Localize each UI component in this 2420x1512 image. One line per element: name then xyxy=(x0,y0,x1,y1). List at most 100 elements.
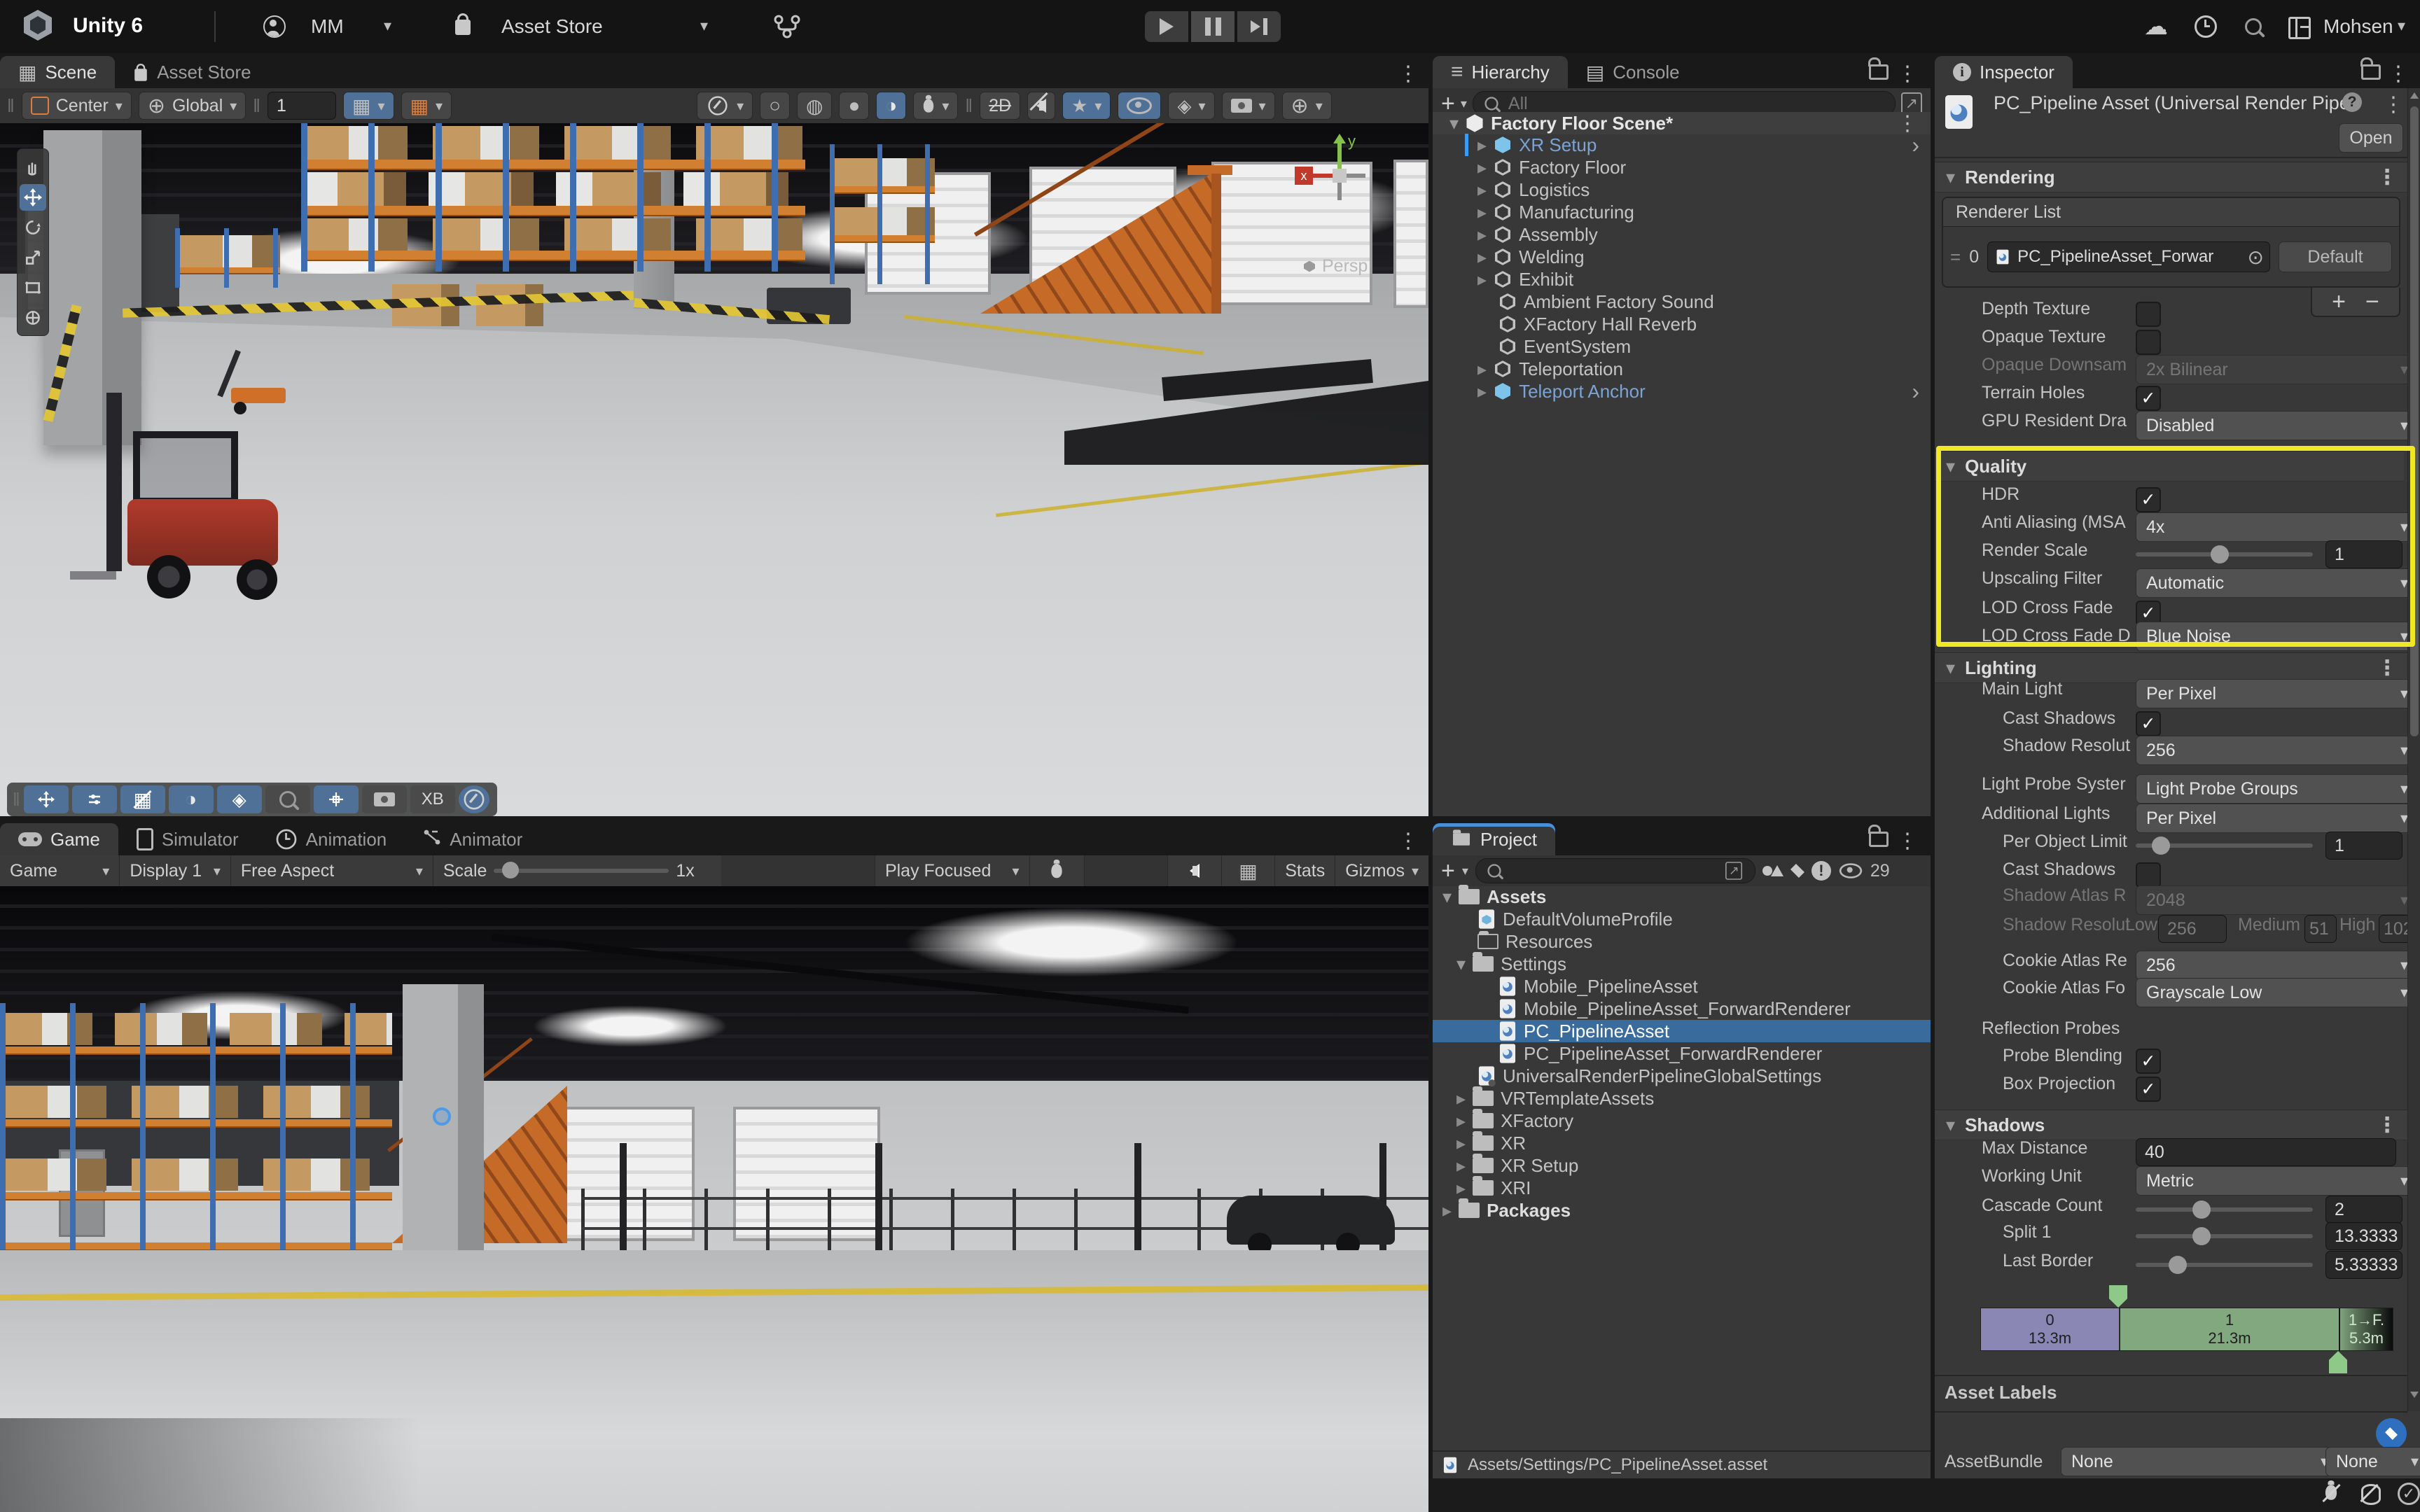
overlay-probes-button[interactable] xyxy=(217,785,262,813)
hierarchy-item[interactable]: Factory Floor xyxy=(1433,156,1931,178)
cascade-split-handle-top[interactable] xyxy=(2109,1285,2127,1308)
assetbundle-variant-dropdown[interactable]: None xyxy=(2325,1447,2420,1476)
hierarchy-item[interactable]: XFactory Hall Reverb xyxy=(1433,313,1931,335)
add-label-button[interactable] xyxy=(2376,1418,2407,1449)
user-menu[interactable]: Mohsen xyxy=(2323,15,2393,38)
open-button[interactable]: Open xyxy=(2339,123,2403,153)
per-object-limit-field[interactable]: 1 xyxy=(2325,832,2402,860)
main-light-dropdown[interactable]: Per Pixel xyxy=(2136,679,2417,708)
hierarchy-add-chevron[interactable] xyxy=(1461,97,1467,111)
probe-blending-checkbox[interactable] xyxy=(2136,1049,2161,1074)
foldout-closed-icon[interactable] xyxy=(1477,134,1487,156)
renderer-default-button[interactable]: Default xyxy=(2279,241,2392,272)
split1-field[interactable]: 13.3333 xyxy=(2325,1222,2402,1250)
foldout-open-icon[interactable] xyxy=(1449,113,1459,134)
scene-camera-settings-button[interactable] xyxy=(1222,92,1275,120)
overlay-xb-button[interactable]: XB xyxy=(410,785,455,813)
game-panel-menu-icon[interactable] xyxy=(1398,829,1419,853)
move-tool[interactable] xyxy=(20,184,46,211)
project-search-input[interactable] xyxy=(1510,860,1717,881)
rendering-section-header[interactable]: Rendering xyxy=(1935,162,2407,192)
cookie-atlas-res-dropdown[interactable]: 256 xyxy=(2136,951,2417,980)
asset-store-menu[interactable]: Asset Store xyxy=(501,15,603,38)
game-scale-slider[interactable]: Scale 1x xyxy=(433,855,721,886)
help-icon[interactable] xyxy=(2342,92,2362,112)
shadows-section-header[interactable]: Shadows xyxy=(1935,1110,2407,1140)
cascade-count-thumb[interactable] xyxy=(2192,1200,2211,1219)
shadow-resolution-dropdown[interactable]: 256 xyxy=(2136,736,2417,765)
project-item[interactable]: Resources xyxy=(1433,930,1931,953)
renderer-object-field[interactable]: PC_PipelineAsset_Forwar xyxy=(1987,241,2270,272)
hierarchy-item[interactable]: Teleportation xyxy=(1433,358,1931,380)
overlay-center-button[interactable] xyxy=(314,785,359,813)
assetbundle-dropdown[interactable]: None xyxy=(2061,1447,2337,1476)
overlay-drag-handle[interactable] xyxy=(13,789,20,811)
project-item[interactable]: UniversalRenderPipelineGlobalSettings xyxy=(1433,1065,1931,1087)
scene-panel-menu-icon[interactable] xyxy=(1398,62,1419,86)
history-icon[interactable] xyxy=(2195,15,2217,41)
asset-menu-icon[interactable] xyxy=(2383,92,2404,117)
shading-wireframe-button[interactable] xyxy=(760,92,790,120)
audio-mute-toggle[interactable] xyxy=(1027,92,1055,120)
render-scale-thumb[interactable] xyxy=(2211,545,2229,564)
tab-animator[interactable]: Animator xyxy=(405,823,541,855)
box-projection-checkbox[interactable] xyxy=(2136,1077,2161,1102)
hierarchy-item[interactable]: Ambient Factory Sound xyxy=(1433,290,1931,313)
hierarchy-search-input[interactable] xyxy=(1507,93,1885,115)
view-hand-tool[interactable] xyxy=(20,154,46,181)
last-border-thumb[interactable] xyxy=(2169,1256,2187,1274)
per-object-limit-thumb[interactable] xyxy=(2152,836,2170,855)
scene-orientation-gizmo[interactable] xyxy=(1299,134,1383,218)
layout-icon[interactable] xyxy=(2288,17,2311,43)
hierarchy-item[interactable]: Welding xyxy=(1433,246,1931,268)
gpu-resident-dropdown[interactable]: Disabled xyxy=(2136,411,2417,440)
layers-button[interactable] xyxy=(1168,92,1214,120)
step-button[interactable] xyxy=(1237,11,1281,42)
lod-cross-fade-dither-dropdown[interactable]: Blue Noise xyxy=(2136,622,2417,651)
game-audio-toggle[interactable] xyxy=(1167,855,1221,886)
asset-store-chevron-icon[interactable] xyxy=(700,17,708,35)
game-gizmos-dropdown[interactable]: Gizmos xyxy=(1335,855,1428,886)
overlay-camera-button[interactable] xyxy=(362,785,407,813)
cast-shadows-checkbox[interactable] xyxy=(2136,711,2161,736)
cloud-icon[interactable]: ☁ xyxy=(2144,13,2168,41)
game-debug-button[interactable] xyxy=(1030,855,1085,886)
transform-tool[interactable] xyxy=(20,304,46,331)
overlay-lighting-button[interactable] xyxy=(169,785,214,813)
play-focused-dropdown[interactable]: Play Focused xyxy=(875,855,1030,886)
prefab-open-chevron[interactable] xyxy=(1912,132,1919,158)
working-unit-dropdown[interactable]: Metric xyxy=(2136,1166,2417,1196)
grid-size-field[interactable]: 1 xyxy=(267,92,336,120)
camera-view-button[interactable] xyxy=(697,92,753,120)
project-add-chevron[interactable] xyxy=(1462,864,1468,878)
last-border-slider[interactable] xyxy=(2136,1263,2313,1267)
cascade-segment-0[interactable]: 013.3m xyxy=(1981,1308,2120,1350)
hierarchy-item[interactable]: Assembly xyxy=(1433,223,1931,246)
user-chevron-icon[interactable] xyxy=(2398,17,2405,35)
effects-toggle[interactable] xyxy=(1062,92,1111,120)
section-menu-icon[interactable] xyxy=(2377,1113,2398,1138)
inspector-scroll-thumb[interactable] xyxy=(2410,106,2419,736)
shading-shaded-wire-button[interactable] xyxy=(797,92,832,120)
gizmo-x-axis-cube[interactable] xyxy=(1295,167,1313,185)
version-control-icon[interactable] xyxy=(773,14,801,43)
toolbar-drag-handle[interactable] xyxy=(7,95,15,117)
split1-slider[interactable] xyxy=(2136,1234,2313,1238)
project-item[interactable]: PC_PipelineAsset_ForwardRenderer xyxy=(1433,1042,1931,1065)
additional-lights-dropdown[interactable]: Per Pixel xyxy=(2136,804,2417,833)
game-aspect-dropdown[interactable]: Free Aspect xyxy=(231,855,433,886)
progress-ok-icon[interactable] xyxy=(2398,1483,2420,1505)
overlay-view-options-button[interactable] xyxy=(72,785,117,813)
hierarchy-item[interactable]: Logistics xyxy=(1433,178,1931,201)
hdr-checkbox[interactable] xyxy=(2136,487,2161,512)
section-menu-icon[interactable] xyxy=(2377,656,2398,680)
depth-texture-checkbox[interactable] xyxy=(2136,302,2161,327)
overlay-move-tools-button[interactable] xyxy=(24,785,69,813)
cascade-segment-fade[interactable]: 1→F.5.3m xyxy=(2340,1308,2393,1350)
overlay-search-button[interactable] xyxy=(265,785,310,813)
last-border-field[interactable]: 5.33333 xyxy=(2325,1251,2402,1279)
game-reverb-gizmo[interactable] xyxy=(433,1107,451,1126)
tab-animation[interactable]: Animation xyxy=(257,823,405,855)
max-distance-field[interactable]: 40 xyxy=(2136,1138,2396,1166)
hierarchy-item-teleport-anchor[interactable]: Teleport Anchor xyxy=(1433,380,1931,402)
